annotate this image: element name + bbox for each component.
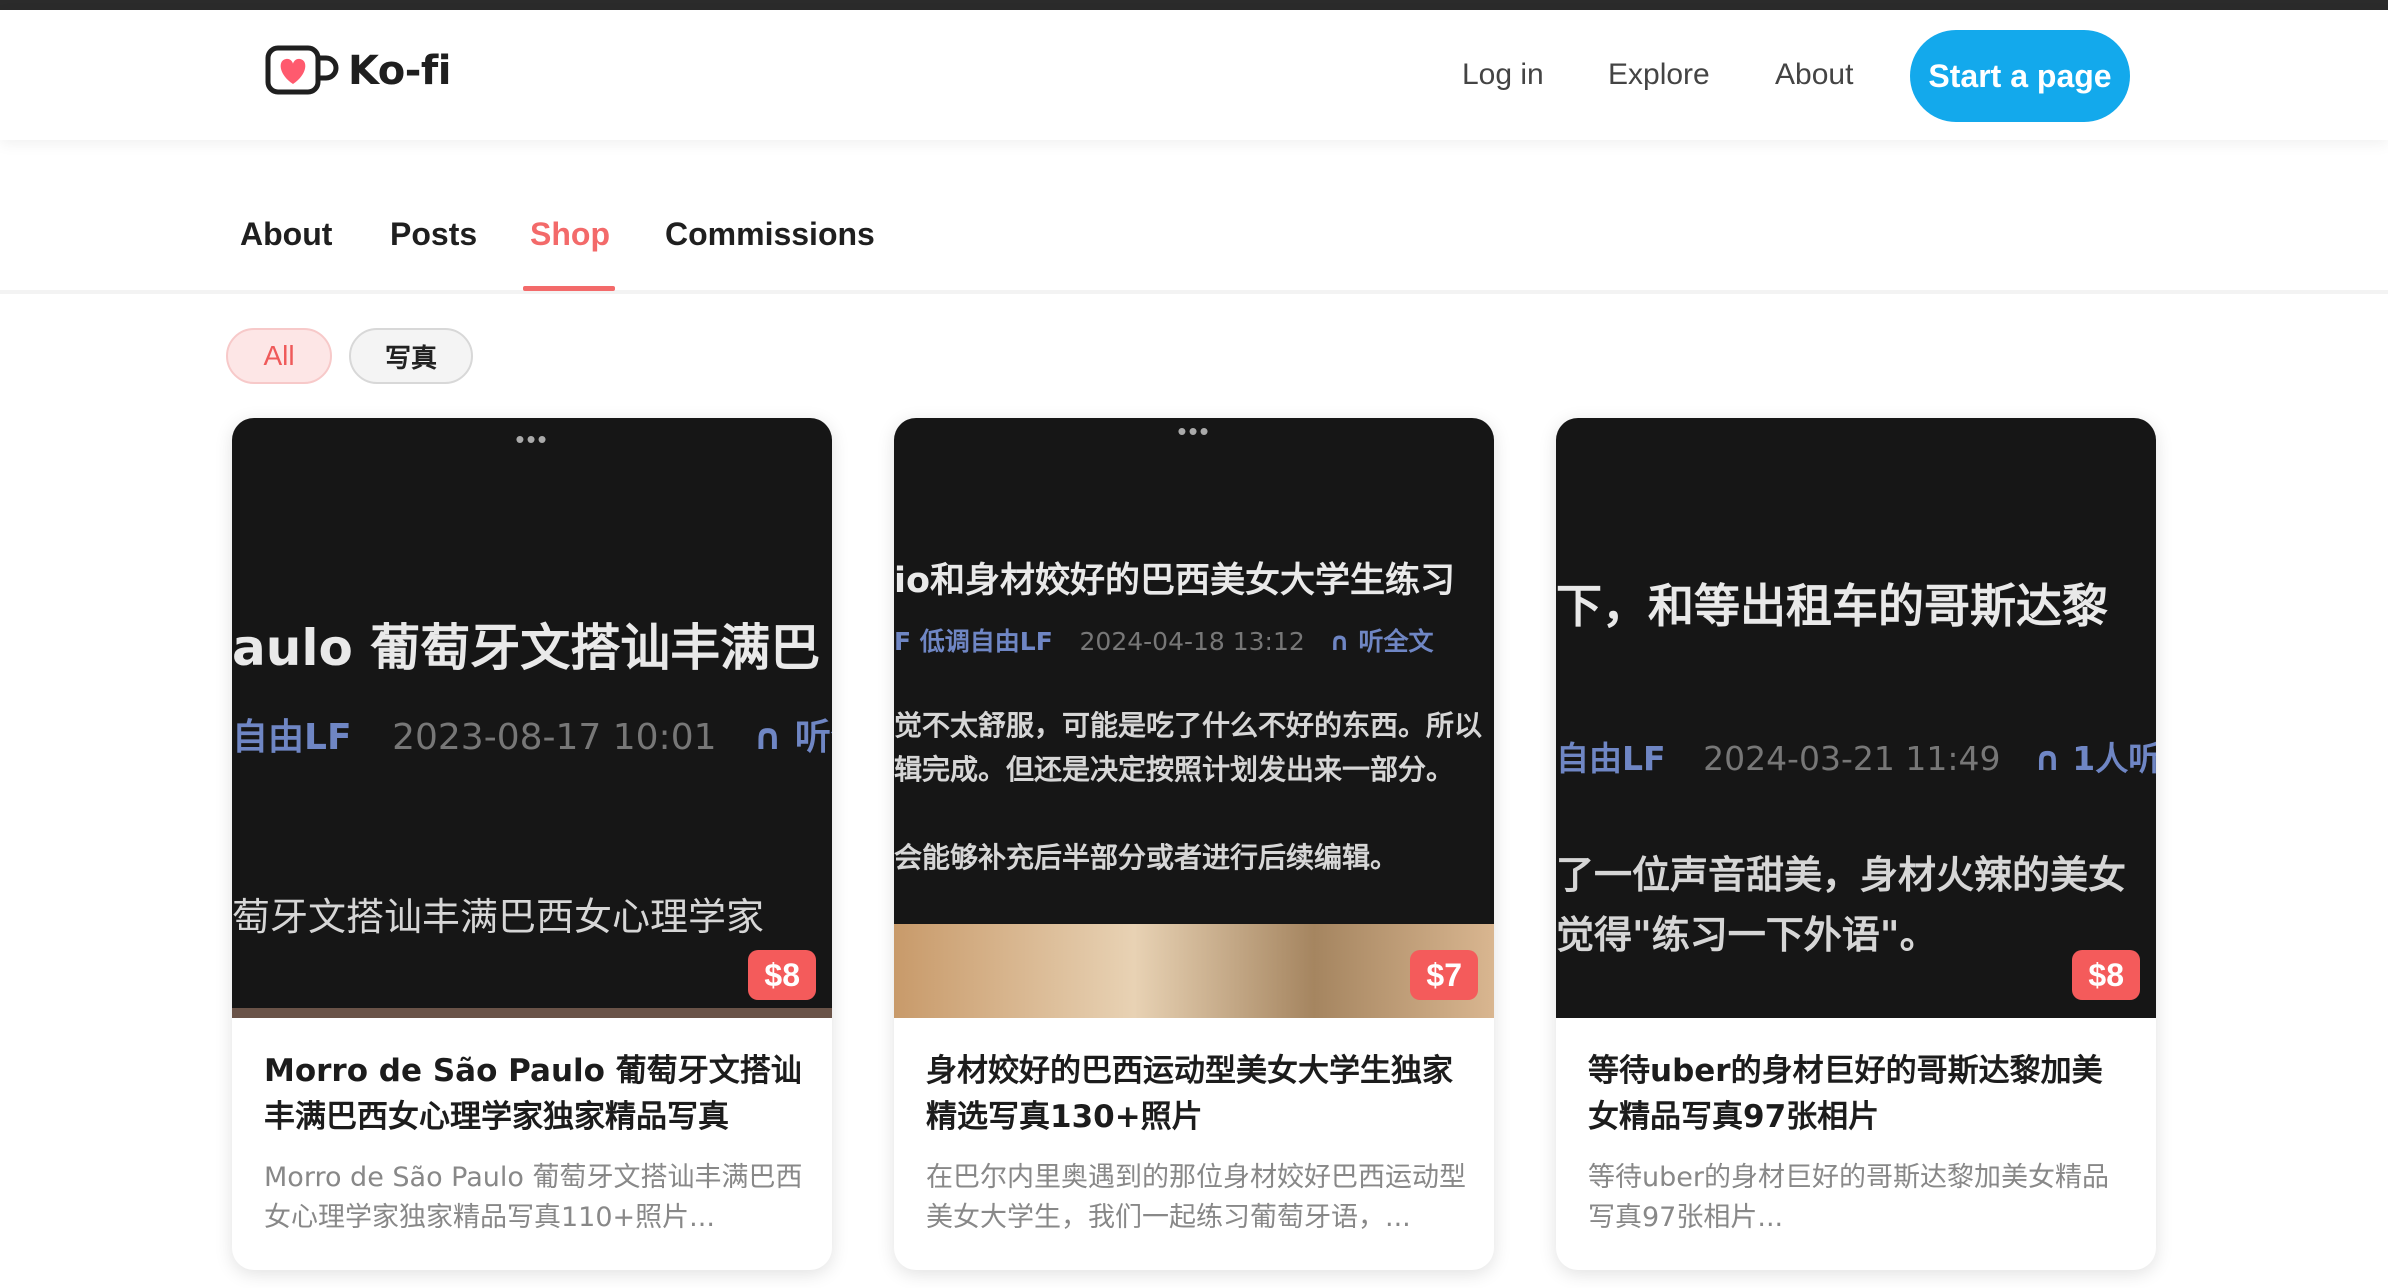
image-text-line: 觉不太舒服，可能是吃了什么不好的东西。所以 xyxy=(894,709,1483,742)
logo-text: Ko-fi xyxy=(348,48,452,94)
price-badge: $7 xyxy=(1410,950,1478,1000)
price-badge: $8 xyxy=(2072,950,2140,1000)
filter-all[interactable]: All xyxy=(226,328,332,384)
item-description: 在巴尔内里奥遇到的那位身材姣好巴西运动型美女大学生，我们一起练习葡萄牙语，... xyxy=(926,1162,1466,1233)
nav-login-link[interactable]: Log in xyxy=(1462,58,1544,92)
start-a-page-button[interactable]: Start a page xyxy=(1910,30,2130,122)
item-description: Morro de São Paulo 葡萄牙文搭讪丰满巴西女心理学家独家精品写真… xyxy=(264,1162,803,1233)
image-text-line: 自由LF 2023-08-17 10:01 ∩ 听全文 xyxy=(232,717,832,758)
profile-tabs: About Posts Shop Commissions xyxy=(0,140,2388,291)
shop-item-card[interactable]: ••• aulo 葡萄牙文搭讪丰满巴 自由LF 2023-08-17 10:01… xyxy=(232,418,832,1270)
tab-about[interactable]: About xyxy=(240,216,332,253)
tab-commissions[interactable]: Commissions xyxy=(665,216,875,253)
image-text-line: 下，和等出租车的哥斯达黎 xyxy=(1556,579,2108,633)
item-title[interactable]: 身材姣好的巴西运动型美女大学生独家精选写真130+照片 xyxy=(926,1048,1466,1140)
price-badge: $8 xyxy=(748,950,816,1000)
item-description: 等待uber的身材巨好的哥斯达黎加美女精品写真97张相片... xyxy=(1588,1162,2109,1233)
image-text-line: 辑完成。但还是决定按照计划发出来一部分。 xyxy=(894,753,1455,786)
image-text-line: 会能够补充后半部分或者进行后续编辑。 xyxy=(894,841,1399,874)
item-title[interactable]: 等待uber的身材巨好的哥斯达黎加美女精品写真97张相片 xyxy=(1588,1048,2128,1140)
image-text-line: F 低调自由LF 2024-04-18 13:12 ∩ 听全文 xyxy=(894,627,1434,656)
site-header: Ko-fi Log in Explore About Start a page xyxy=(0,10,2388,140)
shop-item-card[interactable]: 下，和等出租车的哥斯达黎 自由LF 2024-03-21 11:49 ∩ 1人听… xyxy=(1556,418,2156,1270)
image-text-line: 觉得"练习一下外语"。 xyxy=(1556,913,1938,957)
image-text-line: 了一位声音甜美，身材火辣的美女 xyxy=(1556,853,2127,897)
browser-top-strip xyxy=(0,0,2388,10)
tab-posts[interactable]: Posts xyxy=(390,216,477,253)
kofi-cup-icon xyxy=(265,45,339,95)
image-text-line: 自由LF 2024-03-21 11:49 ∩ 1人听 xyxy=(1556,739,2156,778)
active-tab-indicator xyxy=(523,286,615,291)
nav-about-link[interactable]: About xyxy=(1775,58,1853,92)
shop-item-card[interactable]: ••• io和身材姣好的巴西美女大学生练习 F 低调自由LF 2024-04-1… xyxy=(894,418,1494,1270)
nav-explore-link[interactable]: Explore xyxy=(1608,58,1710,92)
shop-item-image: ••• aulo 葡萄牙文搭讪丰满巴 自由LF 2023-08-17 10:01… xyxy=(232,418,832,1018)
photo-fragment xyxy=(894,924,1494,1018)
image-text-line: io和身材姣好的巴西美女大学生练习 xyxy=(894,561,1456,601)
item-title[interactable]: Morro de São Paulo 葡萄牙文搭讪丰满巴西女心理学家独家精品写真… xyxy=(264,1048,804,1140)
photo-fragment xyxy=(232,1008,832,1018)
tab-shop[interactable]: Shop xyxy=(530,216,610,253)
shop-item-image: ••• io和身材姣好的巴西美女大学生练习 F 低调自由LF 2024-04-1… xyxy=(894,418,1494,1018)
filter-photo[interactable]: 写真 xyxy=(349,328,473,384)
image-text-line: 萄牙文搭讪丰满巴西女心理学家 xyxy=(232,895,765,939)
shop-item-image: 下，和等出租车的哥斯达黎 自由LF 2024-03-21 11:49 ∩ 1人听… xyxy=(1556,418,2156,1018)
more-options-icon: ••• xyxy=(515,424,549,454)
image-text-line: aulo 葡萄牙文搭讪丰满巴 xyxy=(232,619,821,677)
more-options-icon: ••• xyxy=(1177,418,1211,446)
kofi-logo[interactable]: Ko-fi xyxy=(264,44,452,98)
